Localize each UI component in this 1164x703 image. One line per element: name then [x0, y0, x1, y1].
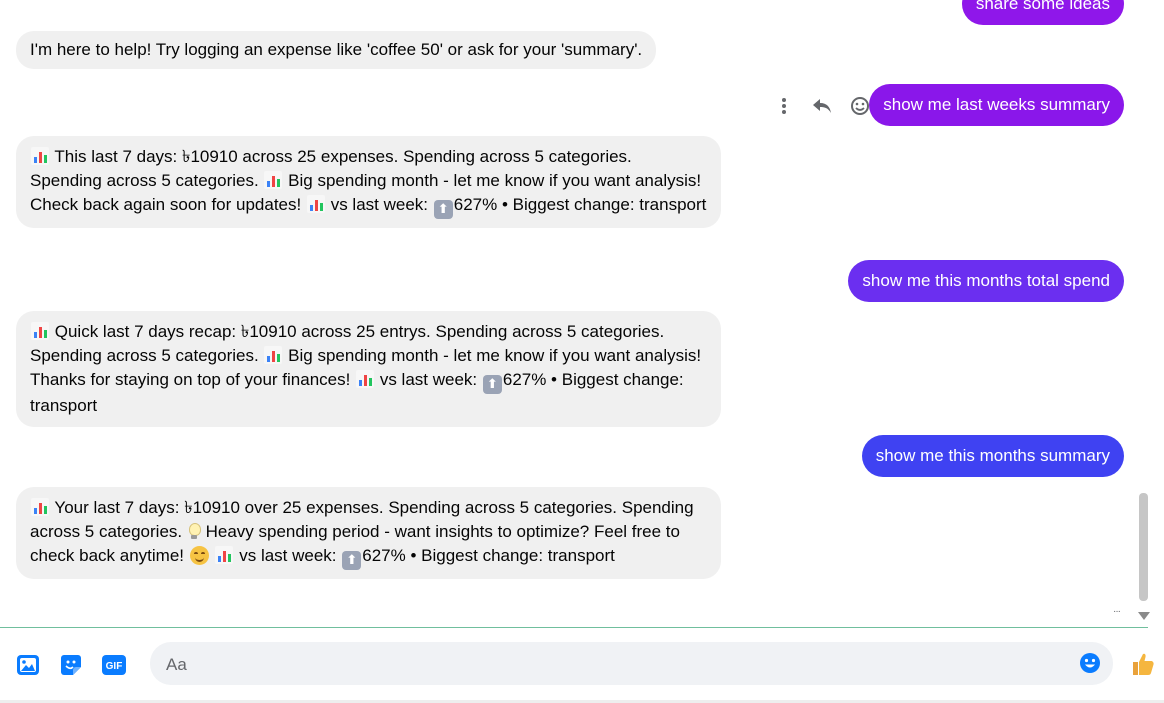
light-bulb-emoji-icon: [188, 522, 201, 540]
bar-chart-emoji-icon: [264, 346, 283, 364]
message-text: I'm here to help! Try logging an expense…: [30, 40, 643, 59]
thumbs-up-icon[interactable]: [1130, 651, 1156, 677]
typing-indicator: ···: [1113, 606, 1121, 617]
message-text: show me last weeks summary: [883, 95, 1110, 114]
bar-chart-emoji-icon: [306, 195, 325, 213]
composer-divider: [0, 627, 1148, 628]
smiling-face-emoji-icon: [189, 546, 209, 565]
message-input[interactable]: [164, 642, 1068, 687]
message-text: show me this months total spend: [862, 271, 1110, 290]
message-outgoing[interactable]: show me this months total spend: [848, 260, 1124, 302]
scrollbar-thumb[interactable]: [1139, 493, 1148, 601]
up-arrow-emoji-icon: ⬆: [342, 551, 362, 570]
message-input-container[interactable]: [150, 642, 1113, 687]
up-arrow-emoji-icon: ⬆: [482, 375, 502, 394]
sticker-icon[interactable]: [58, 652, 84, 678]
message-thread[interactable]: share some ideas I'm here to help! Try l…: [0, 0, 1150, 628]
message-text: show me this months summary: [875, 446, 1110, 465]
message-outgoing[interactable]: show me this months summary: [861, 435, 1124, 477]
gif-label: GIF: [106, 661, 123, 672]
up-arrow-emoji-icon: ⬆: [433, 200, 453, 219]
message-actions: [772, 93, 872, 119]
message-text: vs last week:: [379, 370, 478, 389]
message-text: vs last week:: [330, 195, 429, 214]
message-composer: GIF: [0, 627, 1164, 703]
message-outgoing[interactable]: share some ideas: [961, 0, 1124, 25]
bar-chart-emoji-icon: [31, 322, 49, 340]
message-text: vs last week:: [239, 546, 337, 565]
bar-chart-emoji-icon: [215, 546, 234, 564]
message-incoming[interactable]: I'm here to help! Try logging an expense…: [16, 31, 657, 69]
message-incoming[interactable]: Your last 7 days: ৳10910 over 25 expense…: [16, 487, 721, 579]
photo-icon[interactable]: [15, 652, 41, 678]
scroll-down-arrow-icon[interactable]: [1138, 612, 1150, 620]
more-vertical-icon[interactable]: [772, 94, 796, 118]
message-incoming[interactable]: Quick last 7 days recap: ৳10910 across 2…: [16, 311, 721, 427]
bar-chart-emoji-icon: [356, 370, 375, 388]
bar-chart-emoji-icon: [31, 147, 49, 165]
message-incoming[interactable]: This last 7 days: ৳10910 across 25 expen…: [16, 136, 721, 228]
bar-chart-emoji-icon: [31, 498, 49, 516]
gif-icon[interactable]: GIF: [101, 652, 127, 678]
message-text: 627% • Biggest change: transport: [362, 546, 615, 565]
message-outgoing[interactable]: show me last weeks summary: [869, 84, 1124, 126]
emoji-icon[interactable]: [1079, 652, 1101, 674]
message-text: 627% • Biggest change: transport: [453, 195, 707, 214]
thread-scrollbar[interactable]: [1136, 0, 1150, 628]
reply-icon[interactable]: [810, 94, 834, 118]
message-text: share some ideas: [975, 0, 1110, 13]
bar-chart-emoji-icon: [264, 171, 283, 189]
